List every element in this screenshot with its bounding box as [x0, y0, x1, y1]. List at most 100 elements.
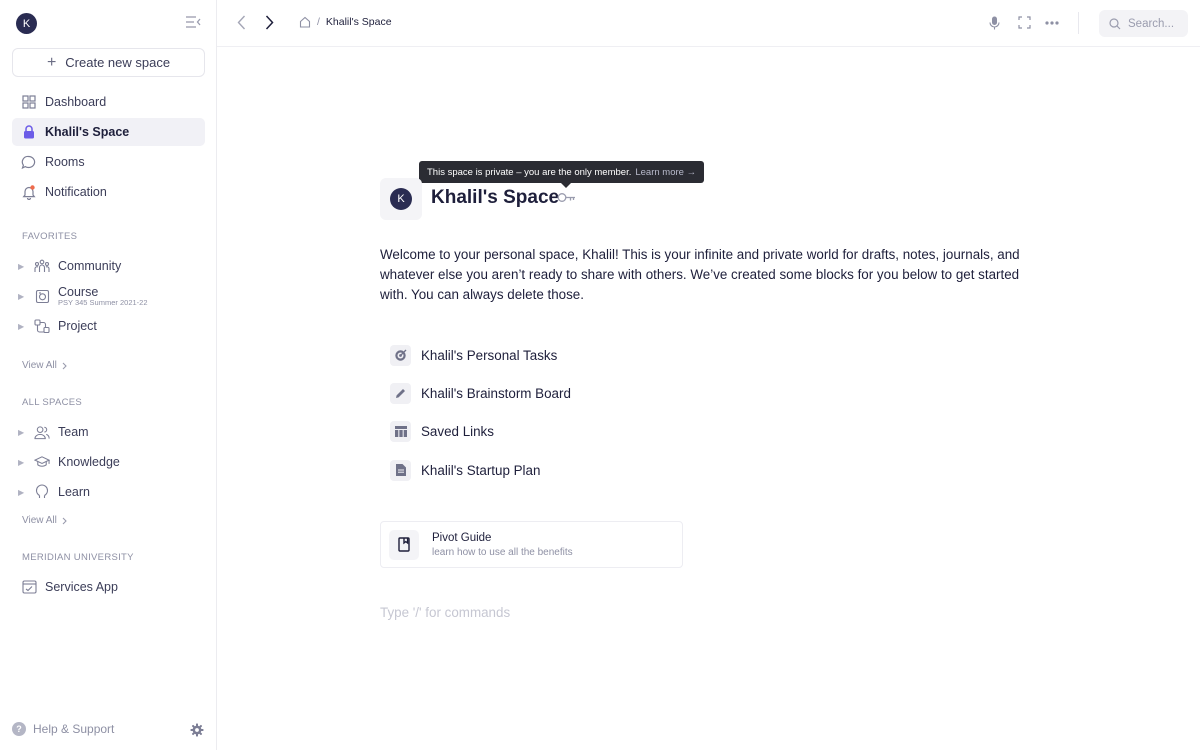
block-saved-links[interactable]: Saved Links: [390, 420, 571, 444]
sidebar-item-label: Notification: [45, 185, 107, 199]
favorite-item-course[interactable]: ▶ Course PSY 345 Summer 2021-22: [18, 281, 208, 311]
target-icon: [390, 344, 411, 366]
space-item-learn[interactable]: ▶ Learn: [18, 477, 208, 507]
microphone-icon[interactable]: [989, 16, 1000, 30]
create-new-space-button[interactable]: + Create new space: [12, 48, 205, 77]
home-icon[interactable]: [299, 16, 311, 28]
space-avatar-container[interactable]: K: [380, 178, 422, 220]
sidebar-item-notification[interactable]: Notification: [12, 178, 205, 206]
block-label: Saved Links: [421, 424, 494, 440]
favorite-item-project[interactable]: ▶ Project: [18, 311, 208, 341]
block-startup-plan[interactable]: Khalil's Startup Plan: [390, 458, 571, 482]
favorite-item-community[interactable]: ▶ Community: [18, 251, 208, 281]
pivot-guide-card[interactable]: Pivot Guide learn how to use all the ben…: [380, 521, 683, 568]
sidebar-nav: Dashboard Khalil's Space Rooms Notificat…: [12, 88, 205, 208]
dashboard-grid-icon: [21, 95, 36, 110]
lightbulb-icon: [34, 484, 50, 500]
all-spaces-heading: ALL SPACES: [22, 397, 83, 408]
breadcrumb: / Khalil's Space: [299, 16, 392, 28]
command-input[interactable]: [380, 602, 514, 622]
all-spaces-list: ▶ Team ▶ Knowledge ▶ Learn: [18, 417, 208, 507]
graduation-cap-icon: [34, 454, 50, 470]
space-item-knowledge[interactable]: ▶ Knowledge: [18, 447, 208, 477]
services-app-link[interactable]: Services App: [22, 577, 118, 597]
sidebar-item-label: Rooms: [45, 155, 85, 169]
view-all-label: View All: [22, 515, 57, 526]
services-app-icon: [22, 580, 37, 594]
space-item-label: Learn: [58, 485, 90, 499]
course-icon: [34, 288, 50, 304]
help-support-label: Help & Support: [33, 722, 115, 736]
breadcrumb-current[interactable]: Khalil's Space: [326, 16, 392, 28]
chevron-right-icon: [62, 362, 67, 369]
sidebar-item-khalils-space[interactable]: Khalil's Space: [12, 118, 205, 146]
table-icon: [390, 421, 411, 443]
organization-heading: MERIDIAN UNIVERSITY: [22, 552, 134, 563]
caret-right-icon[interactable]: ▶: [18, 292, 26, 301]
starter-blocks-list: Khalil's Personal Tasks Khalil's Brainst…: [390, 343, 571, 497]
search-box[interactable]: [1099, 10, 1188, 37]
guide-book-icon: [389, 529, 419, 560]
favorite-item-label: Community: [58, 259, 122, 273]
block-label: Khalil's Startup Plan: [421, 462, 541, 478]
favorites-view-all-link[interactable]: View All: [22, 360, 67, 371]
key-icon[interactable]: [557, 192, 576, 203]
top-bar: / Khalil's Space: [217, 0, 1200, 47]
caret-right-icon[interactable]: ▶: [18, 458, 26, 467]
space-item-label: Team: [58, 425, 89, 439]
user-avatar[interactable]: K: [16, 13, 37, 34]
welcome-text: Welcome to your personal space, Khalil! …: [380, 247, 1020, 302]
bell-icon: [21, 184, 36, 200]
caret-right-icon[interactable]: ▶: [18, 488, 26, 497]
search-input[interactable]: [1128, 17, 1184, 30]
all-spaces-view-all-link[interactable]: View All: [22, 515, 67, 526]
toolbar-divider: [1078, 12, 1079, 34]
document-icon: [390, 459, 411, 481]
more-options-icon[interactable]: [1045, 21, 1059, 25]
services-app-label: Services App: [45, 580, 118, 594]
favorite-item-label: Course: [58, 284, 99, 299]
guide-text: Pivot Guide learn how to use all the ben…: [432, 532, 573, 558]
block-personal-tasks[interactable]: Khalil's Personal Tasks: [390, 343, 571, 367]
chat-bubble-icon: [21, 155, 36, 170]
block-brainstorm-board[interactable]: Khalil's Brainstorm Board: [390, 381, 571, 405]
community-icon: [34, 258, 50, 274]
sidebar-item-rooms[interactable]: Rooms: [12, 148, 205, 176]
caret-right-icon[interactable]: ▶: [18, 428, 26, 437]
space-item-label: Knowledge: [58, 455, 120, 469]
caret-right-icon[interactable]: ▶: [18, 262, 26, 271]
breadcrumb-separator: /: [317, 16, 320, 28]
favorite-item-label: Project: [58, 319, 97, 333]
guide-title: Pivot Guide: [432, 531, 492, 544]
project-icon: [34, 318, 50, 334]
block-label: Khalil's Personal Tasks: [421, 347, 558, 363]
learn-more-link[interactable]: Learn more →: [635, 167, 696, 178]
forward-arrow-icon[interactable]: [265, 15, 274, 30]
collapse-sidebar-icon[interactable]: [185, 15, 202, 29]
back-arrow-icon[interactable]: [237, 15, 246, 30]
sidebar-item-dashboard[interactable]: Dashboard: [12, 88, 205, 116]
team-icon: [34, 424, 50, 440]
fullscreen-icon[interactable]: [1018, 16, 1031, 29]
view-all-label: View All: [22, 360, 57, 371]
help-support-link[interactable]: ? Help & Support: [12, 722, 114, 736]
sidebar-header: K: [16, 13, 202, 35]
privacy-tooltip: This space is private – you are the only…: [419, 161, 705, 188]
caret-right-icon[interactable]: ▶: [18, 322, 26, 331]
guide-subtitle: learn how to use all the benefits: [432, 546, 573, 558]
sidebar-item-label: Dashboard: [45, 95, 107, 109]
favorites-list: ▶ Community ▶ Course PSY 345 Summer 2021…: [18, 251, 208, 341]
tooltip-text: This space is private – you are the only…: [427, 166, 632, 178]
pencil-icon: [390, 382, 411, 404]
space-item-team[interactable]: ▶ Team: [18, 417, 208, 447]
search-icon: [1109, 17, 1121, 30]
space-avatar: K: [390, 188, 412, 210]
create-new-space-label: Create new space: [65, 55, 171, 70]
help-icon: ?: [12, 722, 26, 736]
block-label: Khalil's Brainstorm Board: [421, 385, 571, 401]
gear-icon[interactable]: [190, 723, 204, 737]
chevron-right-icon: [62, 517, 67, 524]
page-title: Khalil's Space: [431, 187, 560, 208]
lock-icon: [21, 125, 36, 140]
sidebar-item-label: Khalil's Space: [45, 125, 130, 139]
